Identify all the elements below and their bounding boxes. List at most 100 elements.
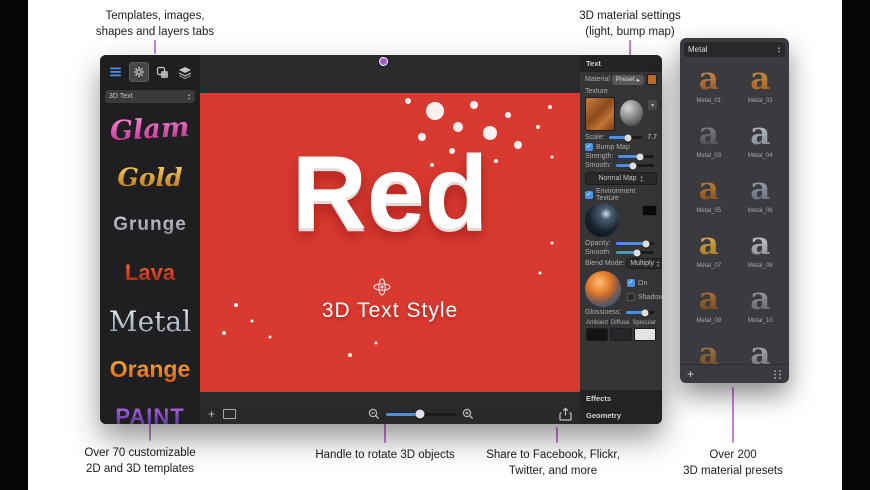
zoom-in-icon[interactable]: [462, 408, 474, 420]
preset-arrow-icon: ▸: [636, 76, 640, 84]
light-on-checkbox[interactable]: ✓: [627, 279, 635, 287]
ambient-swatch[interactable]: [586, 328, 608, 341]
artboard[interactable]: Red 3D Text Style: [200, 93, 580, 392]
preset-item[interactable]: a Metal_02: [735, 59, 787, 114]
screenshot-root: Templates, images, shapes and layers tab…: [0, 0, 870, 490]
shadow-checkbox[interactable]: [627, 293, 635, 301]
bump-map-checkbox[interactable]: ✓: [585, 143, 593, 151]
share-icon[interactable]: [559, 407, 572, 421]
preset-thumbnail: a: [750, 171, 771, 207]
preset-label: Metal_07: [696, 263, 722, 269]
scale-slider[interactable]: [609, 134, 643, 141]
preset-item[interactable]: a Metal_10: [735, 279, 787, 334]
opacity-row: Opacity:: [580, 238, 662, 247]
preset-thumbnail: a: [750, 334, 770, 364]
template-label: Glam: [109, 111, 191, 147]
specular-swatch[interactable]: [634, 328, 656, 341]
light-component-labels: Ambient Diffuse Specular: [580, 316, 662, 326]
preset-label: Metal_05: [696, 208, 722, 214]
dropdown-stepper-icon: ▲ ▼: [187, 92, 191, 101]
strength-slider[interactable]: [618, 153, 654, 160]
material-color-swatch[interactable]: [646, 74, 657, 85]
preset-item[interactable]: a: [735, 334, 787, 364]
text-section-header[interactable]: Text: [580, 55, 662, 72]
preset-item[interactable]: a: [683, 334, 735, 364]
annotation-presets-count: Over 200 3D material presets: [683, 449, 783, 478]
canvas-statusbar: +: [200, 404, 580, 424]
template-list: Glam Gold Grunge Lava Metal Orange PAINT: [100, 105, 200, 424]
presets-category-dropdown[interactable]: Metal ▲ ▼: [684, 42, 785, 57]
glossiness-slider[interactable]: [626, 309, 654, 316]
template-category-dropdown[interactable]: 3D Text ▲ ▼: [105, 90, 195, 103]
geometry-section-header[interactable]: Geometry: [580, 407, 662, 424]
diffuse-swatch[interactable]: [610, 328, 632, 341]
preset-item[interactable]: a Metal_04: [735, 114, 787, 169]
template-item-glam[interactable]: Glam: [109, 105, 191, 153]
canvas-size-icon[interactable]: [223, 409, 237, 419]
templates-list-icon[interactable]: [106, 63, 124, 81]
preset-label: Metal_03: [696, 153, 722, 159]
dropdown-stepper-icon: ▲ ▼: [777, 45, 781, 54]
letterbox-right: [842, 0, 870, 490]
zoom-control: [368, 408, 474, 420]
preset-item[interactable]: a Metal_01: [683, 59, 735, 114]
opacity-label: Opacity:: [585, 240, 611, 247]
add-object-button[interactable]: +: [208, 408, 215, 420]
preset-item[interactable]: a Metal_07: [683, 224, 735, 279]
blend-mode-label: Blend Mode:: [585, 260, 625, 267]
light-position-handle[interactable]: [379, 57, 388, 66]
add-preset-button[interactable]: +: [687, 368, 694, 380]
smooth2-row: Smooth:: [580, 247, 662, 256]
texture-thumbnail[interactable]: [585, 97, 616, 131]
smooth2-slider[interactable]: [616, 249, 654, 256]
layers-icon[interactable]: [176, 63, 194, 81]
inspector-panel: Text Material Preset ▸ Texture ▾ Scale: …: [580, 55, 662, 424]
preset-thumbnail: a: [698, 226, 719, 262]
canvas-area: Red 3D Text Style +: [200, 55, 580, 424]
scale-row: Scale: 7.7: [580, 132, 662, 141]
blend-mode-value: Multiply: [630, 260, 655, 267]
template-item-paint[interactable]: PAINT: [115, 393, 184, 424]
opacity-slider[interactable]: [615, 240, 654, 247]
smooth-slider[interactable]: [616, 162, 654, 169]
preset-item[interactable]: a Metal_09: [683, 279, 735, 334]
environment-color-swatch[interactable]: [642, 205, 657, 216]
shapes-icon[interactable]: [153, 63, 171, 81]
normal-map-dropdown[interactable]: Normal Map ▲ ▼: [585, 172, 657, 185]
preset-button-label: Preset: [615, 76, 635, 83]
subtitle-text[interactable]: 3D Text Style: [200, 299, 580, 323]
environment-texture-row: ✓ Environment Texture: [580, 186, 662, 202]
preset-label: Metal_09: [696, 318, 722, 324]
blend-mode-row: Blend Mode: Multiply ▲ ▼: [580, 256, 662, 269]
template-item-lava[interactable]: Lava: [125, 249, 175, 297]
template-label: Orange: [109, 355, 191, 382]
preset-label: Metal_08: [747, 263, 773, 269]
blend-mode-dropdown[interactable]: Multiply ▲ ▼: [626, 258, 662, 269]
drag-handle-icon[interactable]: [773, 369, 782, 380]
lighting-row: ✓ On Shadow: [580, 269, 662, 307]
zoom-slider[interactable]: [386, 409, 457, 419]
environment-texture-checkbox[interactable]: ✓: [585, 191, 593, 199]
preset-item[interactable]: a Metal_03: [683, 114, 735, 169]
headline-3d-text[interactable]: Red: [200, 141, 580, 245]
texture-options-dropdown[interactable]: ▾: [648, 100, 657, 110]
template-item-grunge[interactable]: Grunge: [113, 201, 187, 249]
gear-icon[interactable]: [128, 62, 149, 82]
preset-item[interactable]: a Metal_05: [683, 169, 735, 224]
annotation-share: Share to Facebook, Flickr, Twitter, and …: [486, 449, 620, 478]
preset-thumbnail: a: [750, 61, 771, 97]
smooth-label: Smooth:: [585, 162, 612, 169]
preset-item[interactable]: a Metal_06: [735, 169, 787, 224]
preset-item[interactable]: a Metal_08: [735, 224, 787, 279]
material-preset-button[interactable]: Preset ▸: [611, 74, 644, 85]
environment-sphere-preview[interactable]: [585, 203, 619, 237]
app-window: 3D Text ▲ ▼ Glam Gold Grunge Lava Metal O…: [100, 55, 662, 424]
lighting-ball-preview[interactable]: [585, 271, 621, 307]
template-item-metal[interactable]: Metal: [109, 297, 191, 345]
template-item-gold[interactable]: Gold: [117, 153, 182, 201]
zoom-out-icon[interactable]: [368, 408, 380, 420]
effects-section-header[interactable]: Effects: [580, 390, 662, 407]
rotate-3d-handle-icon[interactable]: [372, 277, 392, 297]
template-item-orange[interactable]: Orange: [110, 345, 191, 393]
environment-preview-row: [580, 202, 662, 238]
